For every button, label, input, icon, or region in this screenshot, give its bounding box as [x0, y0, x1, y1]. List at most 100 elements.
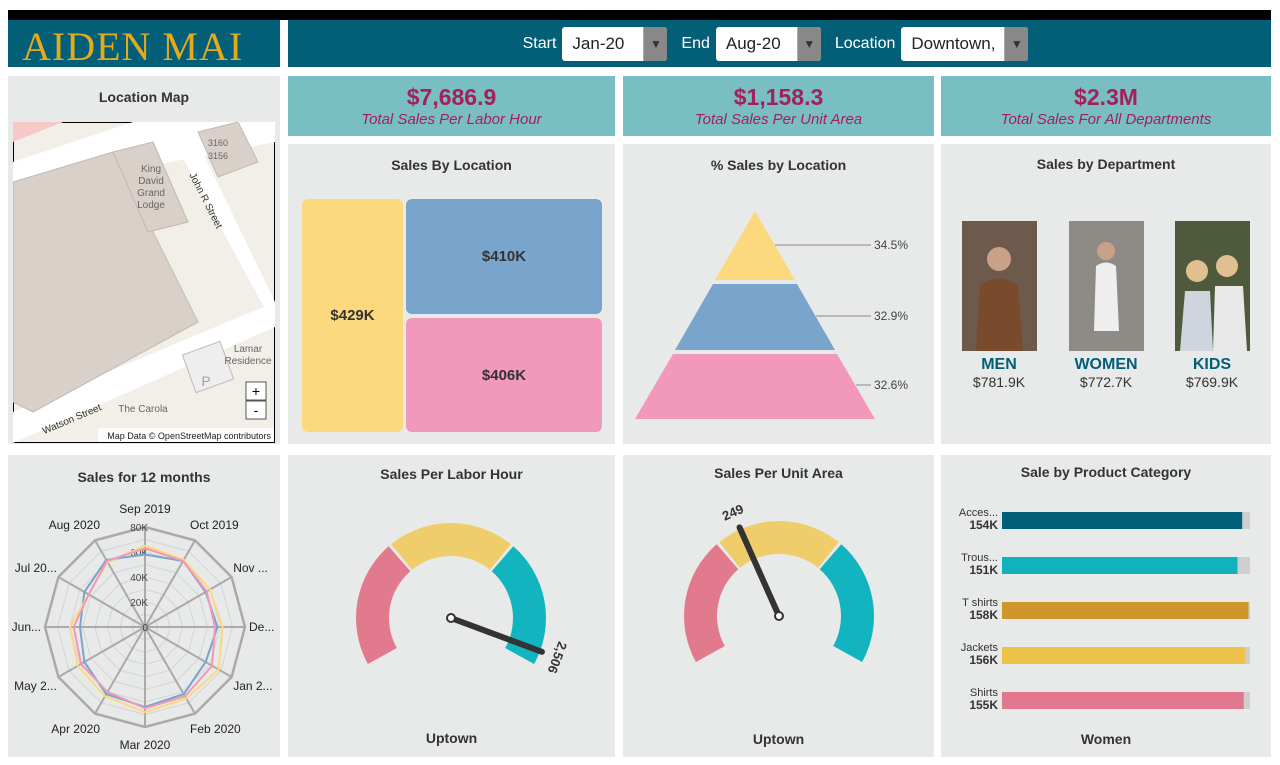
- end-label: End: [681, 34, 710, 52]
- radar-axis-label: Aug 2020: [49, 518, 101, 532]
- men-photo: [961, 221, 1037, 351]
- map-label: Lodge: [137, 200, 165, 211]
- chevron-down-icon[interactable]: ▼: [1004, 26, 1029, 61]
- start-select[interactable]: Jan-20 ▼: [562, 26, 668, 61]
- gauge-card-unit-area: Sales Per Unit Area 249 Uptown: [623, 455, 934, 757]
- department-name: KIDS: [1192, 356, 1232, 373]
- department-card: Sales by Department MEN $781.9K WOMEN $7…: [941, 144, 1271, 444]
- gauge-band: [819, 544, 874, 663]
- map-label: Lamar: [234, 344, 263, 355]
- radar-axis-label: Jan 2...: [233, 679, 272, 693]
- tile-label: $410K: [481, 248, 527, 265]
- kids-photo: [1174, 221, 1250, 351]
- radar-tick-label: 40K: [130, 573, 148, 584]
- location-value: Downtown,: [911, 33, 996, 53]
- end-select[interactable]: Aug-20 ▼: [715, 26, 821, 61]
- radar-axis-label: De...: [249, 620, 274, 634]
- department-men[interactable]: MEN $781.9K: [959, 221, 1039, 390]
- map-title: Location Map: [98, 89, 190, 105]
- plus-icon[interactable]: +: [252, 383, 260, 399]
- gauge-chart: 249: [684, 501, 874, 663]
- radar-axis-label: Oct 2019: [190, 518, 239, 532]
- department-value: $772.7K: [1079, 374, 1133, 390]
- map-label: King: [141, 164, 161, 175]
- department-name: WOMEN: [1074, 356, 1138, 373]
- radar-axis-label: Sep 2019: [119, 502, 171, 516]
- bar: [1002, 512, 1243, 529]
- radar-tick-label: 0: [142, 623, 148, 634]
- parking-icon: P: [201, 373, 210, 389]
- logo: AIDEN MAI: [8, 20, 280, 67]
- pyramid-label: 32.9%: [874, 309, 908, 323]
- gauge-band: [356, 546, 411, 665]
- department-value: $781.9K: [972, 374, 1026, 390]
- radar-tick-label: 80K: [130, 523, 148, 534]
- minus-icon[interactable]: -: [254, 402, 259, 418]
- chevron-down-icon[interactable]: ▼: [796, 26, 821, 61]
- treemap-tile[interactable]: $410K: [406, 199, 602, 314]
- bar-value-label: 151K: [969, 563, 998, 577]
- pyramid-label: 32.6%: [874, 378, 908, 392]
- gauge-needle-hub: [774, 611, 784, 621]
- gauge-value-label: 249: [720, 501, 746, 524]
- women-photo: [1068, 221, 1144, 351]
- bar-value-label: 155K: [969, 698, 998, 712]
- gauge-card-labor: Sales Per Labor Hour 2,506 Uptown: [288, 455, 615, 757]
- department-women[interactable]: WOMEN $772.7K: [1066, 221, 1146, 390]
- treemap-tile[interactable]: $429K: [302, 199, 403, 432]
- map-label: David: [138, 176, 164, 187]
- map-label: Residence: [224, 356, 272, 367]
- start-label: Start: [522, 34, 557, 52]
- kpi-labor-hour: $7,686.9 Total Sales Per Labor Hour: [288, 76, 615, 136]
- gauge-band: [684, 544, 739, 663]
- radar-axis-label: Jul 20...: [15, 561, 57, 575]
- kpi-label: Total Sales Per Labor Hour: [361, 111, 542, 128]
- radar-axis-label: Nov ...: [233, 561, 268, 575]
- gauge-needle-hub: [446, 613, 456, 623]
- bar-chart: Acces...154KTrous...151KT shirts158KJack…: [959, 507, 1250, 712]
- map-card: Location Map 3160 3156 King David Grand …: [8, 76, 280, 444]
- end-value: Aug-20: [725, 33, 781, 53]
- logo-text: AIDEN MAI: [22, 24, 244, 67]
- location-map[interactable]: 3160 3156 King David Grand Lodge John R …: [13, 122, 275, 443]
- location-label: Location: [834, 34, 896, 52]
- kpi-label: Total Sales Per Unit Area: [694, 111, 863, 128]
- treemap-tile[interactable]: $406K: [406, 318, 602, 432]
- tile-label: $406K: [481, 366, 527, 384]
- pyramid-label: 34.5%: [874, 238, 908, 252]
- pyramid-segment[interactable]: [675, 284, 835, 350]
- map-label: 3160: [208, 138, 228, 148]
- gauge-chart: 2,506: [356, 523, 570, 675]
- bar: [1002, 647, 1246, 664]
- start-value: Jan-20: [572, 33, 625, 53]
- map-label: The Carola: [118, 404, 168, 415]
- pyramid-segment[interactable]: [635, 354, 875, 419]
- zoom-in-button[interactable]: +: [245, 381, 267, 401]
- bar: [1002, 557, 1238, 574]
- category-footer: Women: [1080, 731, 1132, 747]
- bar: [1002, 602, 1249, 619]
- zoom-out-button[interactable]: -: [245, 400, 267, 420]
- gauge-footer: Uptown: [752, 731, 805, 747]
- kpi-all-departments: $2.3M Total Sales For All Departments: [941, 76, 1271, 136]
- radar-card: Sales for 12 months Sep 2019 Oct 2019 Nov …: [8, 455, 280, 757]
- category-card: Sale by Product Category Acces... 154K Tro…: [941, 455, 1271, 757]
- map-attribution[interactable]: Map Data © OpenStreetMap contributors: [107, 431, 271, 441]
- location-select[interactable]: Downtown, ▼: [901, 26, 1029, 61]
- radar-axis-label: Mar 2020: [120, 738, 171, 752]
- radar-axis-label: Jun...: [12, 620, 41, 634]
- radar-axis-label: Apr 2020: [51, 722, 100, 736]
- chevron-down-icon[interactable]: ▼: [643, 26, 668, 61]
- radar-chart: Sep 2019 Oct 2019 Nov ... De... Jan 2... Feb …: [12, 502, 275, 752]
- bar-value-label: 158K: [969, 608, 998, 622]
- radar-tick-label: 20K: [130, 598, 148, 609]
- kpi-value: $7,686.9: [406, 84, 497, 110]
- department-value: $769.9K: [1185, 374, 1239, 390]
- radar-axis-label: May 2...: [14, 679, 57, 693]
- tile-label: $429K: [330, 307, 375, 324]
- department-kids[interactable]: KIDS $769.9K: [1172, 221, 1252, 390]
- bar: [1002, 692, 1244, 709]
- pyramid-card: % Sales by Location 34.5% 32.9% 32.6%: [623, 144, 934, 444]
- gauge-band: [391, 523, 511, 570]
- bar-value-label: 156K: [969, 653, 998, 667]
